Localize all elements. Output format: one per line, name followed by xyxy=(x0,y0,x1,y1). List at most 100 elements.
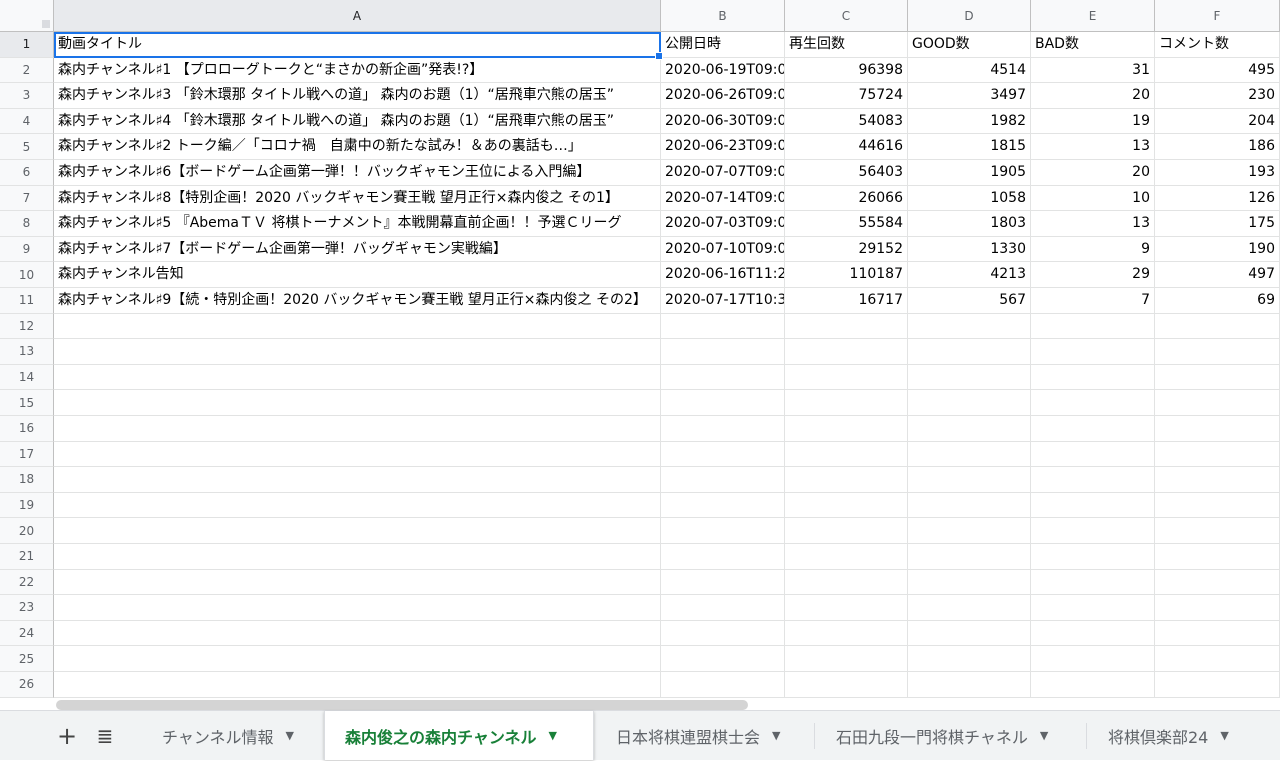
empty-cell[interactable] xyxy=(1031,620,1155,647)
column-header-d[interactable]: D xyxy=(908,0,1031,32)
empty-cell[interactable] xyxy=(908,672,1031,698)
empty-cell[interactable] xyxy=(1155,492,1280,519)
table-cell[interactable]: 9 xyxy=(1031,236,1155,263)
row-header[interactable]: 6 xyxy=(0,160,54,186)
empty-cell[interactable] xyxy=(785,620,908,647)
empty-cell[interactable] xyxy=(1031,364,1155,391)
add-sheet-icon[interactable]: + xyxy=(52,711,82,761)
empty-cell[interactable] xyxy=(54,441,661,468)
table-cell[interactable]: 13 xyxy=(1031,134,1155,160)
empty-cell[interactable] xyxy=(661,364,785,391)
empty-cell[interactable] xyxy=(785,569,908,596)
empty-cell[interactable] xyxy=(661,620,785,647)
empty-cell[interactable] xyxy=(54,518,661,544)
empty-cell[interactable] xyxy=(1155,416,1280,442)
empty-cell[interactable] xyxy=(1155,646,1280,672)
empty-cell[interactable] xyxy=(1031,390,1155,416)
row-header[interactable]: 23 xyxy=(0,595,54,621)
column-header-a[interactable]: A xyxy=(54,0,661,32)
header-cell-d[interactable]: GOOD数 xyxy=(908,32,1031,58)
empty-cell[interactable] xyxy=(661,441,785,468)
row-header[interactable]: 13 xyxy=(0,339,54,365)
empty-cell[interactable] xyxy=(908,441,1031,468)
empty-cell[interactable] xyxy=(661,339,785,365)
empty-cell[interactable] xyxy=(1155,364,1280,391)
row-header[interactable]: 19 xyxy=(0,492,54,519)
header-cell-c[interactable]: 再生回数 xyxy=(785,32,908,58)
sheet-tab-3[interactable]: 日本将棋連盟棋士会 ▼ xyxy=(596,711,814,760)
empty-cell[interactable] xyxy=(908,339,1031,365)
empty-cell[interactable] xyxy=(54,569,661,596)
empty-cell[interactable] xyxy=(54,595,661,621)
table-cell[interactable]: 森内チャンネル♯7【ボードゲーム企画第一弾！バッグギャモン実戦編】 xyxy=(54,236,661,263)
empty-cell[interactable] xyxy=(661,595,785,621)
empty-cell[interactable] xyxy=(908,646,1031,672)
table-cell[interactable]: 69 xyxy=(1155,288,1280,314)
row-header[interactable]: 15 xyxy=(0,390,54,416)
table-cell[interactable]: 2020-07-14T09:00:00Z xyxy=(661,185,785,212)
dropdown-caret-icon[interactable]: ▼ xyxy=(286,729,294,742)
empty-cell[interactable] xyxy=(54,544,661,570)
empty-cell[interactable] xyxy=(54,339,661,365)
table-cell[interactable]: 2020-06-16T11:22:00Z xyxy=(661,262,785,288)
row-header[interactable]: 4 xyxy=(0,108,54,135)
row-header[interactable]: 10 xyxy=(0,262,54,288)
empty-cell[interactable] xyxy=(661,467,785,493)
dropdown-caret-icon[interactable]: ▼ xyxy=(1220,729,1228,742)
table-cell[interactable]: 31 xyxy=(1031,57,1155,84)
empty-cell[interactable] xyxy=(661,569,785,596)
empty-cell[interactable] xyxy=(54,390,661,416)
empty-cell[interactable] xyxy=(1155,467,1280,493)
row-header[interactable]: 26 xyxy=(0,672,54,698)
empty-cell[interactable] xyxy=(1155,313,1280,340)
row-header[interactable]: 16 xyxy=(0,416,54,442)
table-cell[interactable]: 森内チャンネル♯9【続・特別企画！2020 バックギャモン賽王戦 望月正行×森内… xyxy=(54,288,661,314)
horizontal-scrollbar[interactable] xyxy=(56,700,748,710)
table-cell[interactable]: 森内チャンネル♯3 「鈴木環那 タイトル戦への道」 森内のお題（1）“居飛車穴熊… xyxy=(54,83,661,109)
empty-cell[interactable] xyxy=(661,416,785,442)
table-cell[interactable]: 2020-06-30T09:00:00Z xyxy=(661,108,785,135)
sheet-tab-1[interactable]: チャンネル情報 ▼ xyxy=(142,711,322,760)
empty-cell[interactable] xyxy=(908,544,1031,570)
row-header[interactable]: 7 xyxy=(0,185,54,212)
empty-cell[interactable] xyxy=(1155,569,1280,596)
empty-cell[interactable] xyxy=(1155,595,1280,621)
empty-cell[interactable] xyxy=(785,595,908,621)
table-cell[interactable]: 森内チャンネル告知 xyxy=(54,262,661,288)
table-cell[interactable]: 13 xyxy=(1031,211,1155,237)
table-cell[interactable]: 森内チャンネル♯6【ボードゲーム企画第一弾！！バックギャモン王位による入門編】 xyxy=(54,160,661,186)
empty-cell[interactable] xyxy=(908,313,1031,340)
header-cell-f[interactable]: コメント数 xyxy=(1155,32,1280,58)
empty-cell[interactable] xyxy=(1155,339,1280,365)
empty-cell[interactable] xyxy=(785,339,908,365)
table-cell[interactable]: 森内チャンネル♯1 【プロローグトークと“まさかの新企画”発表!?】 xyxy=(54,57,661,84)
table-cell[interactable]: 497 xyxy=(1155,262,1280,288)
empty-cell[interactable] xyxy=(1155,390,1280,416)
table-cell[interactable]: 20 xyxy=(1031,83,1155,109)
sheet-tab-2[interactable]: 森内俊之の森内チャンネル ▼ xyxy=(324,711,594,760)
table-cell[interactable]: 110187 xyxy=(785,262,908,288)
table-cell[interactable]: 16717 xyxy=(785,288,908,314)
empty-cell[interactable] xyxy=(785,467,908,493)
table-cell[interactable]: 1815 xyxy=(908,134,1031,160)
table-cell[interactable]: 55584 xyxy=(785,211,908,237)
empty-cell[interactable] xyxy=(785,313,908,340)
table-cell[interactable]: 2020-06-23T09:00:00Z xyxy=(661,134,785,160)
table-cell[interactable]: 193 xyxy=(1155,160,1280,186)
table-cell[interactable]: 190 xyxy=(1155,236,1280,263)
empty-cell[interactable] xyxy=(661,544,785,570)
empty-cell[interactable] xyxy=(661,492,785,519)
row-header[interactable]: 22 xyxy=(0,569,54,596)
row-header[interactable]: 1 xyxy=(0,32,54,58)
dropdown-caret-icon[interactable]: ▼ xyxy=(1040,729,1048,742)
table-cell[interactable]: 96398 xyxy=(785,57,908,84)
empty-cell[interactable] xyxy=(908,390,1031,416)
empty-cell[interactable] xyxy=(908,620,1031,647)
dropdown-caret-icon[interactable]: ▼ xyxy=(549,729,557,742)
row-header[interactable]: 9 xyxy=(0,236,54,263)
empty-cell[interactable] xyxy=(54,313,661,340)
empty-cell[interactable] xyxy=(1031,416,1155,442)
select-all-corner[interactable] xyxy=(0,0,54,32)
row-header[interactable]: 17 xyxy=(0,441,54,468)
row-header[interactable]: 21 xyxy=(0,544,54,570)
